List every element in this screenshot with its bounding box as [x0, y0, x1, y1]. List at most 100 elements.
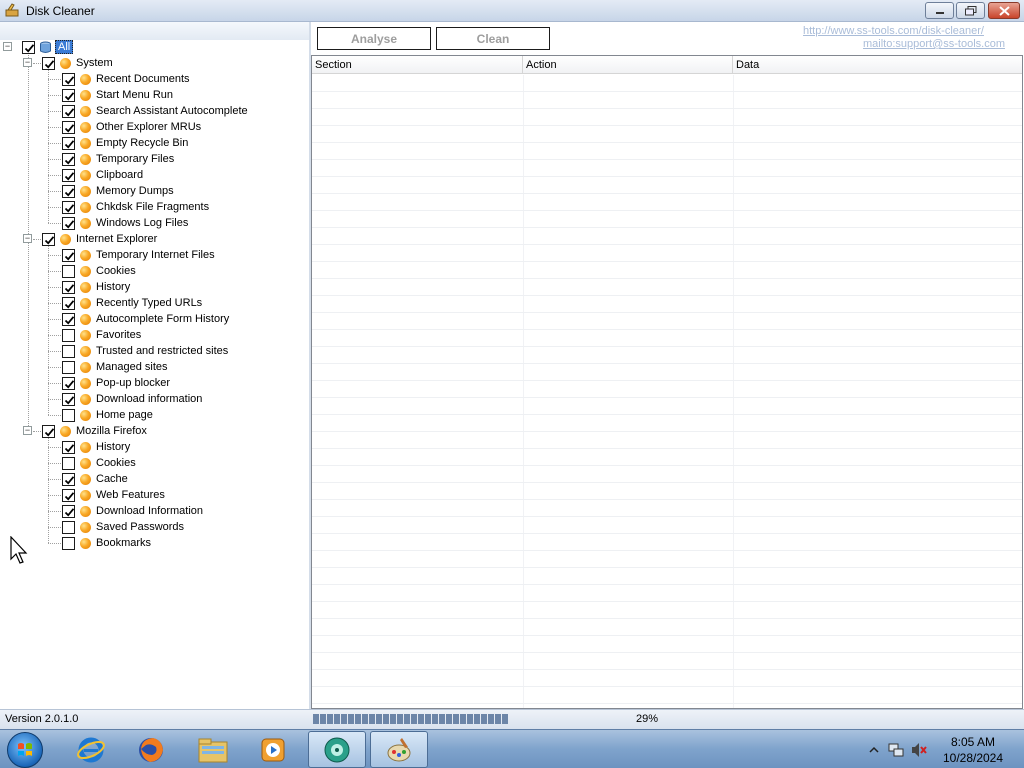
analyse-button[interactable]: Analyse	[317, 27, 431, 50]
tree-item[interactable]: Home page	[62, 407, 153, 423]
tree-checkbox[interactable]	[62, 488, 75, 502]
tree-checkbox[interactable]	[42, 56, 55, 70]
tree-item[interactable]: Download information	[62, 391, 202, 407]
tree-checkbox[interactable]	[62, 104, 75, 118]
tree-item[interactable]: Start Menu Run	[62, 87, 173, 103]
taskbar-disk-cleaner[interactable]	[308, 731, 366, 768]
grid-row	[312, 602, 1022, 619]
tree-item[interactable]: Favorites	[62, 327, 141, 343]
volume-muted-icon[interactable]	[910, 742, 928, 758]
tree-item[interactable]: Bookmarks	[62, 535, 151, 551]
tree-item[interactable]: Saved Passwords	[62, 519, 184, 535]
tree-checkbox[interactable]	[62, 168, 75, 182]
tree-checkbox[interactable]	[62, 536, 75, 550]
progress-segment	[369, 714, 375, 724]
tree-item[interactable]: Autocomplete Form History	[62, 311, 229, 327]
tree-checkbox[interactable]	[62, 296, 75, 310]
tree-checkbox[interactable]	[62, 72, 75, 86]
tree-item[interactable]: Web Features	[62, 487, 165, 503]
column-header-action[interactable]: Action	[523, 56, 733, 74]
tree-item[interactable]: Cookies	[62, 455, 136, 471]
tree-item[interactable]: Cache	[62, 471, 128, 487]
tree-connector-line	[48, 511, 61, 512]
tree-checkbox[interactable]	[62, 312, 75, 326]
tree-checkbox[interactable]	[62, 152, 75, 166]
tree-checkbox[interactable]	[62, 120, 75, 134]
tree-checkbox[interactable]	[62, 136, 75, 150]
taskbar-ie[interactable]	[62, 731, 120, 768]
tree-checkbox[interactable]	[62, 216, 75, 230]
tree-item[interactable]: Managed sites	[62, 359, 168, 375]
collapse-toggle[interactable]: −	[23, 426, 32, 435]
taskbar-paint[interactable]	[370, 731, 428, 768]
tree-checkbox[interactable]	[62, 264, 75, 278]
tree-group-2[interactable]: Mozilla Firefox	[42, 423, 147, 439]
tree-item[interactable]: History	[62, 439, 130, 455]
tree-item[interactable]: Clipboard	[62, 167, 143, 183]
column-header-section[interactable]: Section	[312, 56, 523, 74]
show-hidden-icons-chevron-icon[interactable]	[868, 745, 880, 755]
tree-item[interactable]: Temporary Files	[62, 151, 174, 167]
tree-checkbox[interactable]	[62, 344, 75, 358]
mouse-cursor-icon	[10, 536, 28, 564]
tree-item[interactable]: Pop-up blocker	[62, 375, 170, 391]
taskbar-clock[interactable]: 8:05 AM 10/28/2024	[937, 734, 1009, 766]
taskbar-firefox[interactable]	[122, 731, 180, 768]
taskbar-media-player[interactable]	[244, 731, 302, 768]
tree-checkbox[interactable]	[62, 392, 75, 406]
tree-checkbox[interactable]	[62, 248, 75, 262]
tree-group-0[interactable]: System	[42, 55, 113, 71]
category-tree[interactable]: − All − System Recent Documents Start Menu Ru…	[0, 22, 309, 709]
collapse-toggle[interactable]: −	[3, 42, 12, 51]
tree-checkbox[interactable]	[62, 408, 75, 422]
column-header-data[interactable]: Data	[733, 56, 1022, 74]
results-grid[interactable]: Section Action Data	[311, 55, 1023, 709]
tree-item[interactable]: Other Explorer MRUs	[62, 119, 201, 135]
tree-checkbox[interactable]	[62, 328, 75, 342]
tree-item[interactable]: Temporary Internet Files	[62, 247, 215, 263]
progress-segment	[390, 714, 396, 724]
tree-checkbox[interactable]	[62, 200, 75, 214]
tree-item[interactable]: Windows Log Files	[62, 215, 188, 231]
tree-checkbox[interactable]	[62, 472, 75, 486]
tree-checkbox[interactable]	[42, 424, 55, 438]
tree-checkbox[interactable]	[62, 456, 75, 470]
minimize-button[interactable]	[925, 2, 954, 19]
website-link[interactable]: http://www.ss-tools.com/disk-cleaner/	[803, 25, 984, 37]
tree-item[interactable]: Memory Dumps	[62, 183, 174, 199]
tree-item[interactable]: Recently Typed URLs	[62, 295, 202, 311]
close-button[interactable]	[988, 2, 1020, 19]
tree-item[interactable]: History	[62, 279, 130, 295]
tree-checkbox[interactable]	[62, 376, 75, 390]
tree-item[interactable]: Cookies	[62, 263, 136, 279]
internet-explorer-icon	[77, 737, 105, 762]
tree-checkbox[interactable]	[62, 88, 75, 102]
tree-root-all[interactable]: All	[22, 39, 74, 55]
tree-item[interactable]: Search Assistant Autocomplete	[62, 103, 248, 119]
restore-button[interactable]	[956, 2, 985, 19]
taskbar-explorer[interactable]	[184, 731, 242, 768]
start-button[interactable]	[7, 732, 43, 768]
tree-checkbox[interactable]	[62, 520, 75, 534]
tree-checkbox[interactable]	[62, 280, 75, 294]
collapse-toggle[interactable]: −	[23, 234, 32, 243]
tree-item-label: Web Features	[96, 489, 165, 501]
tree-checkbox[interactable]	[62, 360, 75, 374]
tree-item[interactable]: Empty Recycle Bin	[62, 135, 188, 151]
network-icon[interactable]	[888, 742, 904, 758]
clean-button[interactable]: Clean	[436, 27, 550, 50]
collapse-toggle[interactable]: −	[23, 58, 32, 67]
tree-checkbox[interactable]	[62, 184, 75, 198]
tree-checkbox[interactable]	[62, 504, 75, 518]
grid-row	[312, 262, 1022, 279]
tree-item[interactable]: Recent Documents	[62, 71, 190, 87]
tree-checkbox[interactable]	[62, 440, 75, 454]
support-email-link[interactable]: mailto:support@ss-tools.com	[863, 38, 1005, 50]
tree-connector-line	[48, 335, 61, 336]
tree-checkbox[interactable]	[42, 232, 55, 246]
tree-item[interactable]: Download Information	[62, 503, 203, 519]
tree-item[interactable]: Trusted and restricted sites	[62, 343, 228, 359]
tree-checkbox[interactable]	[22, 40, 35, 54]
tree-group-1[interactable]: Internet Explorer	[42, 231, 157, 247]
tree-item[interactable]: Chkdsk File Fragments	[62, 199, 209, 215]
